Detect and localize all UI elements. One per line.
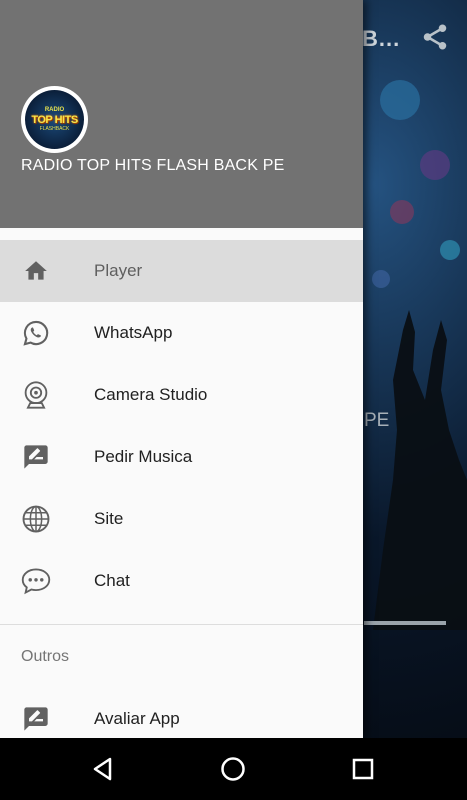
chat-bubble-icon [20, 565, 52, 597]
section-header-other: Outros [21, 648, 70, 665]
menu-item-camera-studio[interactable]: Camera Studio [0, 364, 363, 426]
drawer-header: RADIO TOP HITS FLASHBACK RADIO TOP HITS … [0, 0, 363, 228]
drawer-menu: Player WhatsApp Camera Studio Pedir Musi… [0, 240, 363, 612]
station-logo: RADIO TOP HITS FLASHBACK [21, 86, 88, 153]
rate-review-icon [20, 441, 52, 473]
menu-item-label: Avaliar App [94, 709, 180, 728]
menu-item-player[interactable]: Player [0, 240, 363, 302]
menu-item-label: WhatsApp [94, 323, 173, 342]
globe-icon [20, 503, 52, 535]
recents-icon[interactable] [348, 754, 378, 784]
menu-item-whatsapp[interactable]: WhatsApp [0, 302, 363, 364]
logo-main-text: TOP HITS [31, 114, 78, 126]
home-circle-icon[interactable] [218, 754, 248, 784]
menu-item-pedir-musica[interactable]: Pedir Musica [0, 426, 363, 488]
menu-divider [0, 624, 363, 625]
webcam-icon [20, 379, 52, 411]
menu-item-site[interactable]: Site [0, 488, 363, 550]
menu-item-chat[interactable]: Chat [0, 550, 363, 612]
whatsapp-icon [20, 317, 52, 349]
menu-item-label: Player [94, 261, 143, 280]
navigation-drawer: RADIO TOP HITS FLASHBACK RADIO TOP HITS … [0, 0, 363, 738]
logo-bottom-text: FLASHBACK [39, 126, 70, 132]
menu-item-label: Chat [94, 571, 130, 590]
background-title: B... [362, 26, 401, 51]
logo-top-text: RADIO [44, 107, 65, 113]
share-icon[interactable] [420, 22, 450, 52]
background-progress-bar [364, 621, 446, 625]
system-navigation-bar [0, 738, 467, 800]
menu-item-label: Pedir Musica [94, 447, 193, 466]
background-subtitle: PE [364, 410, 390, 431]
rate-review-icon [20, 703, 52, 735]
home-icon [20, 255, 52, 287]
drawer-menu-other: Avaliar App [0, 688, 363, 738]
station-name: RADIO TOP HITS FLASH BACK PE [21, 157, 285, 174]
back-icon[interactable] [88, 754, 118, 784]
menu-item-label: Site [94, 509, 124, 528]
menu-item-label: Camera Studio [94, 385, 208, 404]
dancer-silhouette [373, 310, 467, 630]
menu-item-avaliar-app[interactable]: Avaliar App [0, 688, 363, 738]
